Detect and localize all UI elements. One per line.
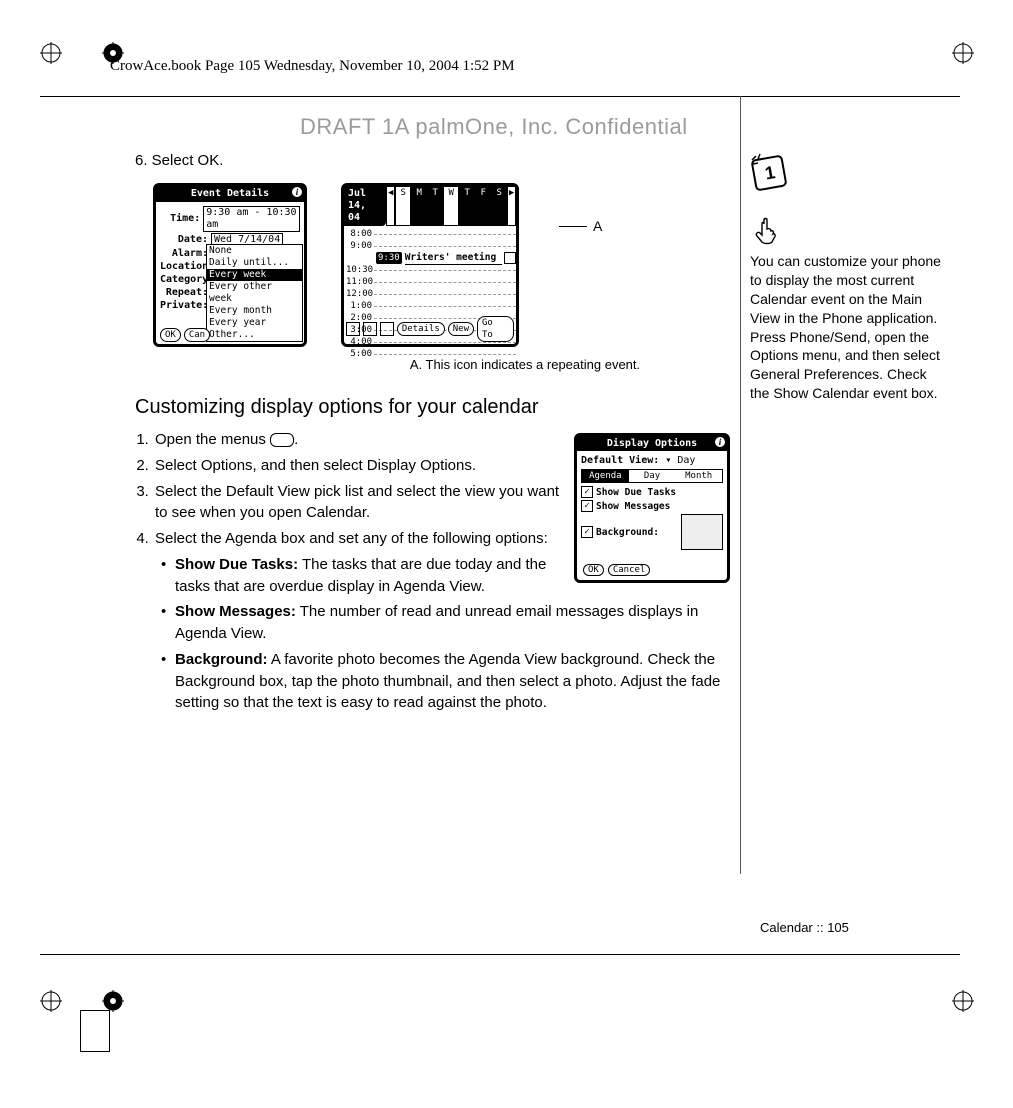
day-letters: S M T W T F S [395, 186, 507, 226]
bottom-horizontal-rule [40, 954, 960, 955]
event-details-title: Event Details [156, 186, 304, 202]
view-icon-1 [346, 322, 360, 336]
dropdown-option: Other... [207, 329, 302, 341]
crop-mark-bottom-left [40, 990, 62, 1012]
chk-show-due-tasks: Show Due Tasks [596, 487, 676, 498]
location-label: Location: [160, 261, 211, 273]
step-6-text: 6. Select OK. [135, 152, 730, 169]
hand-point-icon [750, 216, 792, 246]
side-note-text: You can customize your phone to display … [750, 252, 945, 403]
step-4: Select the Agenda box and set any of the… [153, 528, 730, 714]
section-heading: Customizing display options for your cal… [135, 396, 730, 419]
dropdown-option: Daily until... [207, 257, 302, 269]
checkbox-checked-icon: ✓ [581, 486, 593, 498]
ok-button: OK [160, 328, 181, 342]
dropdown-option: Every year [207, 317, 302, 329]
menus-icon [270, 433, 294, 447]
view-icon-3 [380, 322, 394, 336]
details-button: Details [397, 322, 445, 336]
default-view-value: Day [677, 455, 695, 466]
next-arrow-icon: ▶ [507, 186, 516, 226]
view-icon-2 [363, 322, 377, 336]
default-view-label: Default View: [581, 455, 659, 466]
private-label: Private: [160, 300, 211, 312]
day-view-date: Jul 14, 04 [344, 186, 386, 226]
callout-A: A [559, 218, 602, 234]
watermark-text: DRAFT 1A palmOne, Inc. Confidential [300, 114, 688, 140]
bullet-show-messages: Show Messages: The number of read and un… [175, 601, 730, 645]
display-options-title: Display Options [577, 436, 727, 451]
event-time-badge: 9:30 [376, 252, 402, 264]
new-button: New [448, 322, 474, 336]
tab-month: Month [675, 470, 722, 482]
alarm-label: Alarm: [160, 248, 211, 260]
checkbox-checked-icon: ✓ [581, 500, 593, 512]
category-label: Category: [160, 274, 211, 286]
event-details-screenshot: Event Details i Time:9:30 am - 10:30 am … [153, 183, 307, 347]
tab-agenda: Agenda [582, 470, 629, 482]
prev-arrow-icon: ◀ [386, 186, 395, 226]
footer-text: Calendar :: 105 [760, 920, 849, 935]
page-box-icon [80, 1010, 110, 1052]
checkbox-checked-icon: ✓ [581, 526, 593, 538]
day-view-screenshot: Jul 14, 04 ◀ S M T W T F S ▶ 8:00 [341, 183, 519, 347]
event-text: Writers' meeting [405, 252, 502, 265]
crop-mark-bottom-right [952, 990, 974, 1012]
time-label: Time: [160, 213, 203, 225]
chk-background: Background: [596, 527, 659, 538]
header-text: CrowAce.book Page 105 Wednesday, Novembe… [110, 58, 515, 75]
dropdown-option: None [207, 245, 302, 257]
crop-mark-top-left [40, 42, 62, 64]
dropdown-option: Every month [207, 305, 302, 317]
scheduled-event: 9:30 Writers' meeting [376, 252, 516, 265]
goto-button: Go To [477, 316, 514, 342]
note-icon: 1 [750, 152, 792, 194]
date-label: Date: [160, 234, 211, 246]
info-icon: i [715, 437, 725, 447]
bullet-background: Background: A favorite photo becomes the… [175, 649, 730, 714]
top-horizontal-rule [40, 96, 960, 97]
time-field: 9:30 am - 10:30 am [203, 206, 300, 232]
crop-mark-top-right [952, 42, 974, 64]
info-icon: i [292, 187, 302, 197]
dropdown-option-selected: Every week [207, 269, 302, 281]
vertical-divider [740, 96, 741, 874]
background-thumbnail [681, 514, 723, 550]
dropdown-option: Every other week [207, 281, 302, 305]
crop-mark-bottom-inner [102, 990, 124, 1012]
view-tabs: Agenda Day Month [581, 469, 723, 483]
repeat-event-icon [504, 252, 516, 264]
cancel-button: Can [184, 328, 210, 342]
bullet-show-due-tasks: Show Due Tasks: The tasks that are due t… [175, 554, 730, 598]
repeat-label: Repeat: [160, 287, 211, 299]
repeat-dropdown: None Daily until... Every week Every oth… [206, 244, 303, 342]
chk-show-messages: Show Messages [596, 501, 670, 512]
tab-day: Day [629, 470, 676, 482]
